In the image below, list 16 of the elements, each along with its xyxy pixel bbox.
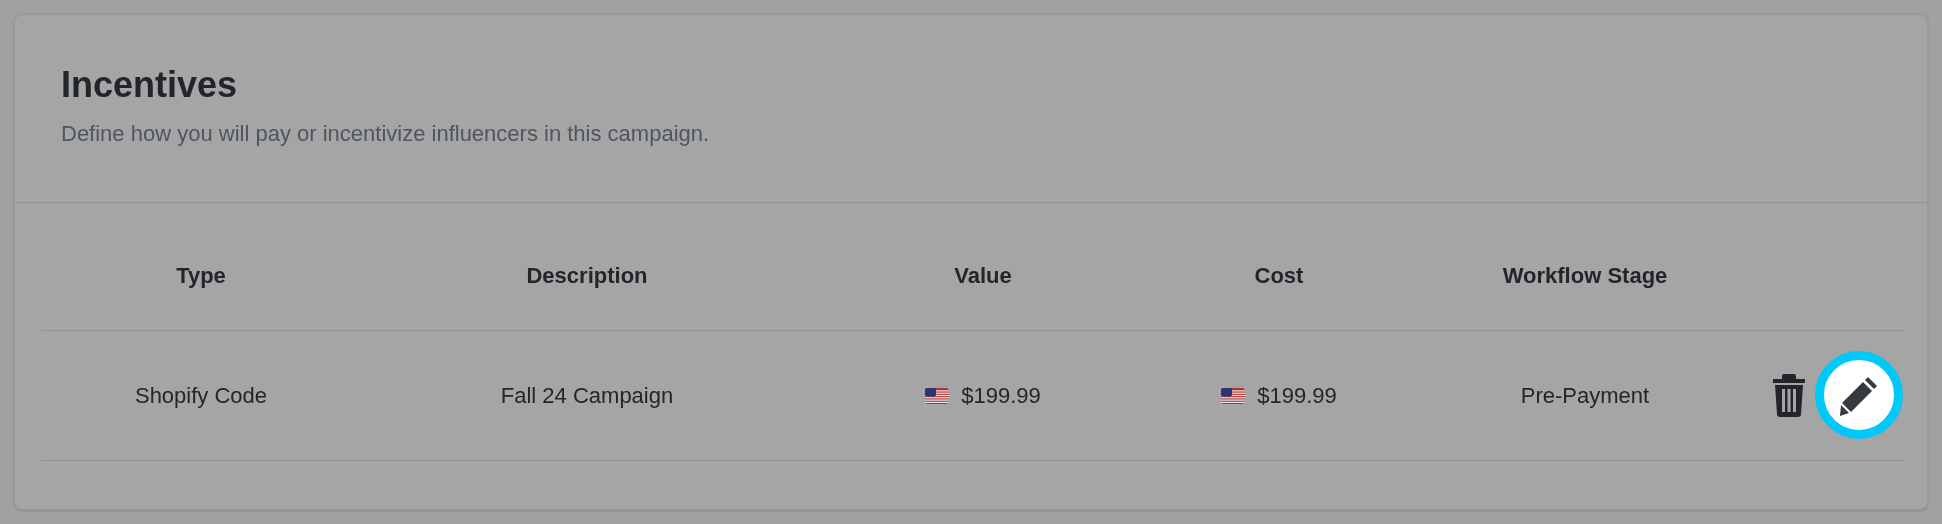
price-text: $199.99	[961, 382, 1041, 408]
table-cell: Shopify Code	[134, 382, 268, 408]
table-cell: Pre-Payment	[1520, 382, 1650, 408]
table-cell: Fall 24 Campaign	[500, 382, 674, 408]
column-header: Type	[176, 262, 226, 288]
flag-icon	[925, 387, 950, 404]
section-title: Incentives	[61, 65, 239, 105]
pencil-icon	[1838, 374, 1880, 416]
price-text: $199.99	[1257, 382, 1337, 408]
trash-icon	[1772, 373, 1806, 417]
column-header: Workflow Stage	[1502, 262, 1668, 288]
flag-icon	[1221, 387, 1246, 404]
section-description: Define how you will pay or incentivize influencers in this campaign.	[61, 119, 711, 148]
column-header: Cost	[1254, 262, 1304, 288]
column-header: Value	[954, 262, 1012, 288]
column-header: Description	[526, 262, 648, 288]
